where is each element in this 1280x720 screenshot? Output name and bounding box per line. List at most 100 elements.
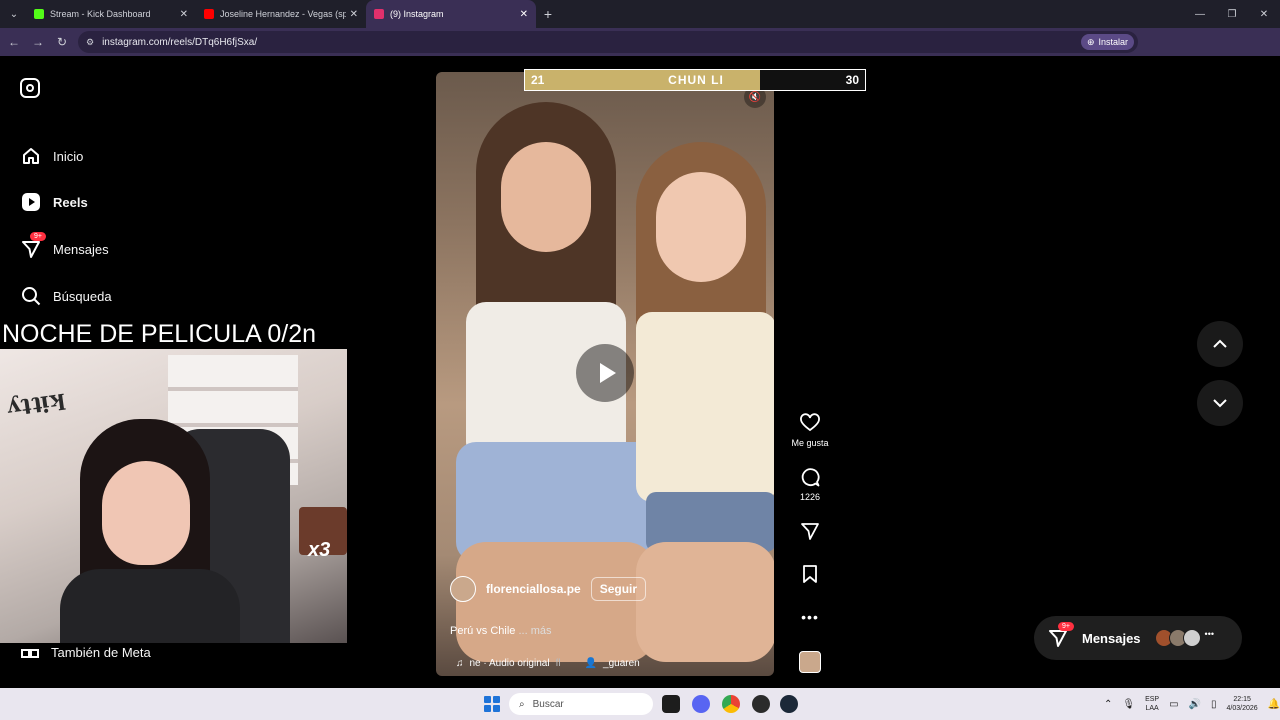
instagram-page: Inicio Reels 9+ Mensajes Búsqueda Tambié… bbox=[0, 56, 1280, 688]
network-icon[interactable]: ▭ bbox=[1169, 699, 1178, 710]
instagram-logo-icon[interactable] bbox=[20, 78, 40, 98]
taskbar-search[interactable]: ⌕ Buscar bbox=[509, 693, 653, 715]
address-bar[interactable]: ⚙ instagram.com/reels/DTq6H6fjSxa/ ⊕ Ins… bbox=[78, 31, 1138, 53]
tab-search-button[interactable]: ⌄ bbox=[2, 4, 26, 24]
microphone-icon[interactable]: 🎙 bbox=[1122, 699, 1135, 710]
discord-icon[interactable] bbox=[692, 695, 710, 713]
sidebar-item-label: Búsqueda bbox=[53, 288, 112, 304]
tab-youtube[interactable]: Joseline Hernandez - Vegas (sp ✕ bbox=[196, 0, 366, 28]
more-options-action[interactable]: ••• bbox=[786, 606, 834, 628]
heart-icon bbox=[799, 412, 821, 434]
caption-text: Perú vs Chile bbox=[450, 625, 516, 637]
forward-icon[interactable]: → bbox=[26, 30, 50, 54]
bookmark-icon bbox=[799, 563, 821, 585]
windows-taskbar: ⌕ Buscar ⌃ 🎙 ESP LAA ▭ 🔊 ▯ 22:15 4/03/20… bbox=[0, 688, 1280, 720]
install-icon: ⊕ bbox=[1086, 36, 1095, 47]
reel-caption: Perú vs Chile ... más bbox=[450, 625, 552, 637]
site-info-icon[interactable]: ⚙ bbox=[86, 37, 94, 48]
language-indicator[interactable]: ESP LAA bbox=[1145, 695, 1159, 713]
install-app-button[interactable]: ⊕ Instalar bbox=[1080, 34, 1134, 50]
youtube-favicon-icon bbox=[204, 9, 214, 19]
notification-bell-icon[interactable]: 🔔 bbox=[1268, 699, 1280, 710]
video-person-right bbox=[626, 142, 774, 662]
restore-icon[interactable]: ❐ bbox=[1216, 0, 1248, 28]
new-tab-button[interactable]: + bbox=[536, 6, 560, 22]
notification-badge: 9+ bbox=[30, 232, 46, 241]
character-name: CHUN LI bbox=[668, 73, 724, 87]
sidebar-item-reels[interactable]: Reels bbox=[20, 187, 220, 217]
game-health-bar: 21 CHUN LI 30 bbox=[524, 69, 866, 91]
share-icon bbox=[799, 520, 821, 542]
audio-tag: fl bbox=[555, 658, 561, 669]
sidebar-item-mensajes[interactable]: 9+ Mensajes bbox=[20, 232, 220, 264]
like-action[interactable]: Me gusta bbox=[786, 412, 834, 448]
volume-icon[interactable]: 🔊 bbox=[1189, 699, 1201, 710]
lang-bottom: LAA bbox=[1145, 705, 1159, 712]
stream-overlay-title: NOCHE DE PELICULA 0/2n bbox=[0, 319, 340, 349]
browser-tab-bar: ⌄ Stream - Kick Dashboard ✕ Joseline Her… bbox=[0, 0, 1280, 28]
messages-icon: 9+ bbox=[20, 232, 46, 260]
share-action[interactable] bbox=[786, 520, 834, 542]
instagram-favicon-icon bbox=[374, 9, 384, 19]
music-note-icon: ♫ bbox=[456, 658, 464, 669]
window-controls: — ❐ ✕ bbox=[1184, 0, 1280, 28]
close-icon[interactable]: ✕ bbox=[520, 9, 528, 20]
next-reel-button[interactable] bbox=[1197, 380, 1243, 426]
search-icon bbox=[20, 285, 42, 307]
audio-thumbnail[interactable] bbox=[799, 651, 821, 673]
chevron-up-icon[interactable]: ⌃ bbox=[1104, 699, 1112, 710]
battery-icon[interactable]: ▯ bbox=[1211, 699, 1217, 710]
close-icon[interactable]: ✕ bbox=[350, 9, 358, 20]
close-icon[interactable]: ✕ bbox=[180, 9, 188, 20]
chevron-down-icon bbox=[1213, 399, 1227, 408]
file-explorer-icon[interactable] bbox=[662, 695, 680, 713]
tab-title: (9) Instagram bbox=[390, 9, 444, 19]
clock[interactable]: 22:15 4/03/2026 bbox=[1227, 695, 1258, 713]
reel-video[interactable]: 🔇 florenciallosa.pe Seguir Perú vs Chile… bbox=[436, 72, 774, 676]
tab-instagram[interactable]: (9) Instagram ✕ bbox=[366, 0, 536, 28]
previous-reel-button[interactable] bbox=[1197, 321, 1243, 367]
sidebar-item-also-meta[interactable]: También de Meta bbox=[20, 640, 151, 665]
chrome-icon[interactable] bbox=[722, 695, 740, 713]
save-action[interactable] bbox=[786, 563, 834, 585]
comment-icon bbox=[799, 466, 821, 488]
close-window-icon[interactable]: ✕ bbox=[1248, 0, 1280, 28]
author-avatar[interactable] bbox=[450, 576, 476, 602]
tagged-user[interactable]: _guaren bbox=[603, 658, 640, 669]
lang-top: ESP bbox=[1145, 696, 1160, 703]
avatar bbox=[1182, 629, 1201, 647]
clock-time: 22:15 bbox=[1233, 696, 1251, 703]
obs-icon[interactable] bbox=[752, 695, 770, 713]
messages-icon: 9+ bbox=[1048, 622, 1074, 648]
sidebar-item-busqueda[interactable]: Búsqueda bbox=[20, 281, 220, 311]
webcam-overlay: ʎʇʇᴉʞ x3 bbox=[0, 349, 347, 643]
clock-date: 4/03/2026 bbox=[1226, 705, 1258, 712]
streamer-person bbox=[40, 419, 240, 643]
more-link[interactable]: ... más bbox=[518, 625, 551, 637]
play-button[interactable] bbox=[576, 344, 634, 402]
reload-icon[interactable]: ↻ bbox=[50, 30, 74, 54]
comment-count: 1226 bbox=[799, 492, 821, 502]
tab-title: Joseline Hernandez - Vegas (sp bbox=[220, 9, 346, 19]
sidebar-item-inicio[interactable]: Inicio bbox=[20, 141, 220, 171]
audio-title[interactable]: ne · Audio original bbox=[470, 658, 550, 669]
steam-icon[interactable] bbox=[780, 695, 798, 713]
minimize-icon[interactable]: — bbox=[1184, 0, 1216, 28]
kick-favicon-icon bbox=[34, 9, 44, 19]
start-windows-icon[interactable] bbox=[484, 696, 500, 712]
meta-apps-icon bbox=[20, 640, 40, 665]
tab-kick[interactable]: Stream - Kick Dashboard ✕ bbox=[26, 0, 196, 28]
search-icon: ⌕ bbox=[519, 698, 525, 710]
browser-toolbar: ← → ↻ ⚙ instagram.com/reels/DTq6H6fjSxa/… bbox=[0, 28, 1280, 77]
tab-title: Stream - Kick Dashboard bbox=[50, 9, 151, 19]
wall-decoration-text: ʎʇʇᴉʞ bbox=[4, 385, 67, 419]
message-avatars: ••• bbox=[1154, 629, 1214, 647]
author-username[interactable]: florenciallosa.pe bbox=[486, 582, 581, 596]
follow-button[interactable]: Seguir bbox=[590, 577, 647, 601]
messages-pill[interactable]: 9+ Mensajes ••• bbox=[1034, 616, 1242, 660]
comment-action[interactable]: 1226 bbox=[786, 466, 834, 502]
install-label: Instalar bbox=[1098, 37, 1128, 47]
sidebar-item-label: Mensajes bbox=[53, 241, 109, 257]
back-icon[interactable]: ← bbox=[2, 30, 26, 54]
reels-icon bbox=[20, 191, 42, 213]
